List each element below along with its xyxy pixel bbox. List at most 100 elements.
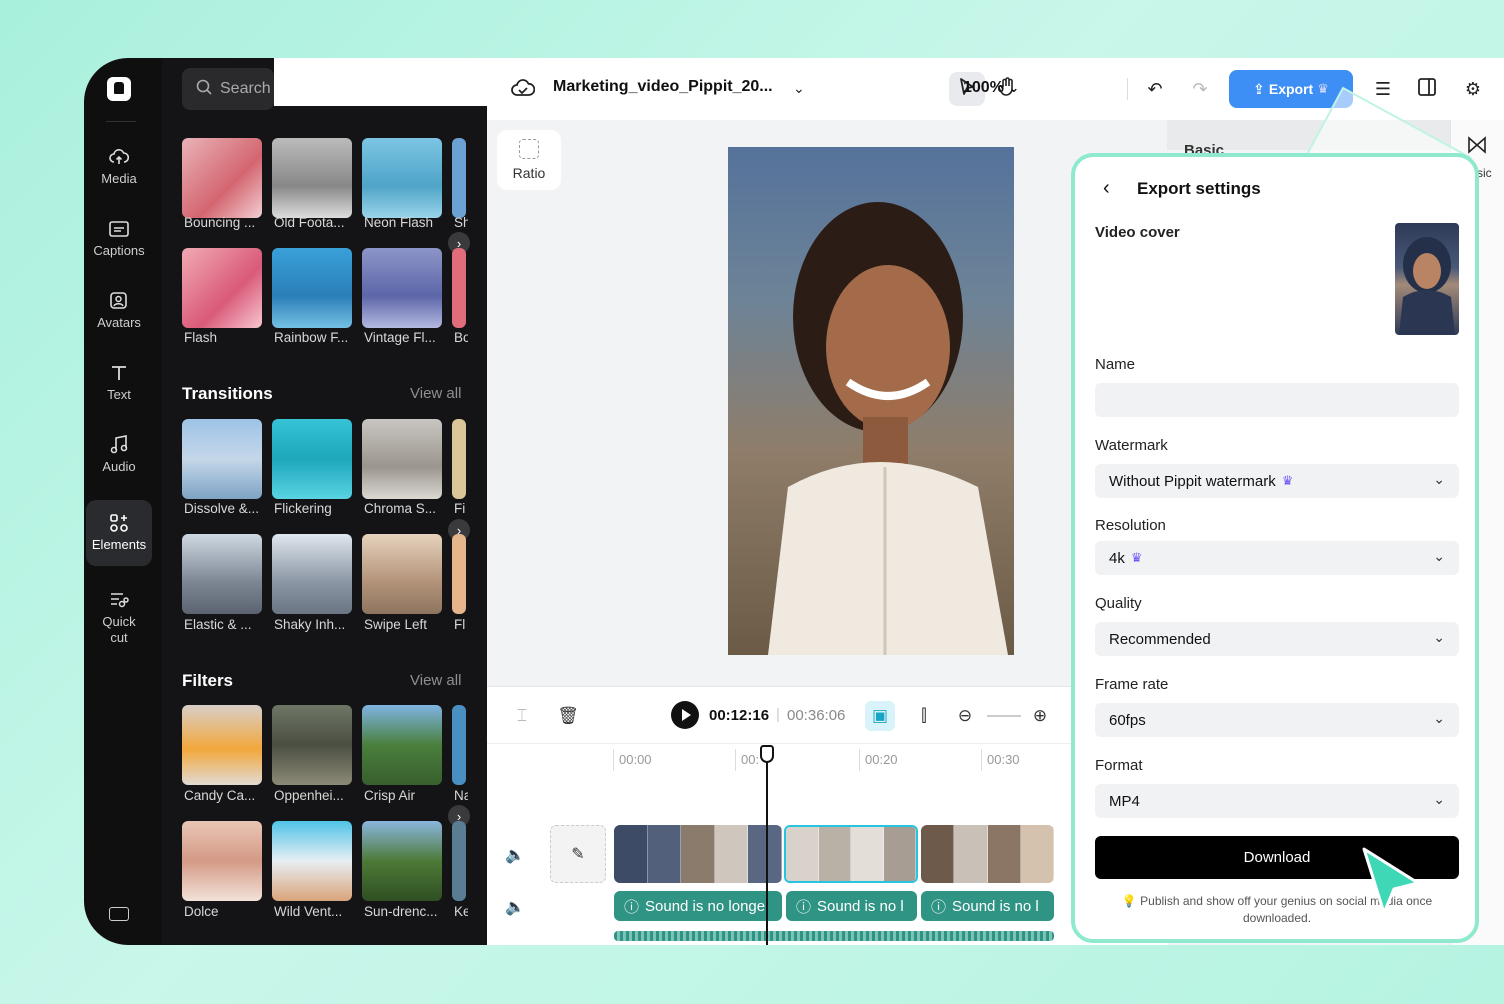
thumb-label: Fl (454, 617, 466, 632)
zoom-in-button[interactable]: ⊕ (1025, 701, 1055, 731)
section-title-transitions: Transitions (182, 384, 273, 403)
search-icon (196, 79, 212, 100)
format-select[interactable]: MP4 ⌄ (1095, 784, 1459, 818)
rail-item-captions[interactable]: Captions (86, 206, 152, 272)
rail-item-text[interactable]: Text (86, 350, 152, 416)
transition-thumb[interactable] (452, 534, 466, 614)
back-arrow-icon[interactable]: ‹ (1103, 177, 1110, 200)
audio-clip-label: Sound is no l (817, 897, 904, 915)
transition-thumb[interactable] (182, 419, 262, 499)
app-logo[interactable] (107, 77, 131, 101)
redo-button[interactable]: ↷ (1182, 72, 1218, 106)
name-input[interactable] (1095, 383, 1459, 417)
volume-icon[interactable]: 🔈 (505, 845, 525, 865)
effect-thumb[interactable] (452, 248, 466, 328)
transition-thumb[interactable] (272, 534, 352, 614)
effect-thumb[interactable] (362, 248, 442, 328)
view-all-transitions[interactable]: View all (410, 385, 461, 402)
library-panel: Search Bouncing ... Old Foota... Neon Fl… (162, 58, 487, 945)
frame-rate-label: Frame rate (1095, 676, 1169, 693)
plus-circle-icon: ⊕ (1032, 706, 1048, 725)
rail-item-elements[interactable]: Elements (86, 500, 152, 566)
transition-thumb[interactable] (362, 534, 442, 614)
frame-rate-select[interactable]: 60fps ⌄ (1095, 703, 1459, 737)
zoom-slider[interactable] (987, 715, 1021, 717)
project-title[interactable]: Marketing_video_Pippit_20... (553, 78, 773, 96)
playhead[interactable] (766, 747, 768, 945)
split-button[interactable]: ⫿ (909, 701, 939, 731)
split-marker-button[interactable]: ⌶ (507, 701, 537, 731)
warning-icon: ⓘ (624, 898, 640, 916)
search-input[interactable]: Search (182, 68, 274, 110)
rail-item-audio[interactable]: Audio (86, 422, 152, 488)
playhead-handle[interactable] (760, 745, 774, 763)
timeline-ruler (487, 743, 1167, 744)
thumb-label: Flickering (274, 501, 332, 516)
rail-item-media[interactable]: Media (86, 134, 152, 200)
video-clip-selected[interactable] (784, 825, 918, 883)
captions-icon (109, 219, 129, 239)
filter-thumb[interactable] (182, 705, 262, 785)
keyboard-shortcuts-icon[interactable] (109, 907, 129, 921)
minus-circle-icon: ⊖ (957, 706, 973, 725)
effect-thumb[interactable] (272, 248, 352, 328)
cloud-icon (109, 147, 129, 167)
quality-label: Quality (1095, 595, 1142, 612)
view-all-filters[interactable]: View all (410, 672, 461, 689)
effect-thumb[interactable] (182, 248, 262, 328)
filter-thumb[interactable] (362, 821, 442, 901)
video-cover-label: Video cover (1095, 224, 1180, 241)
delete-button[interactable]: 🗑 (553, 701, 583, 731)
rail-item-avatars[interactable]: Avatars (86, 278, 152, 344)
zoom-select[interactable]: 100% ⌄ (963, 79, 1019, 97)
effect-thumb[interactable] (452, 138, 466, 218)
transition-thumb[interactable] (272, 419, 352, 499)
thumb-label: Rainbow F... (274, 330, 349, 345)
resolution-select[interactable]: 4k ♛ ⌄ (1095, 541, 1459, 575)
cloud-sync-icon[interactable] (511, 78, 536, 105)
video-cover-thumbnail[interactable] (1395, 223, 1459, 335)
zoom-out-button[interactable]: ⊖ (950, 701, 980, 731)
cover-edit-slot[interactable]: ✎ (550, 825, 606, 883)
play-button[interactable] (671, 701, 699, 729)
thumb-label: Sun-drenc... (364, 904, 438, 919)
time-separator: | (776, 706, 780, 723)
frame-rate-value: 60fps (1109, 711, 1146, 729)
effect-thumb[interactable] (362, 138, 442, 218)
filter-thumb[interactable] (272, 821, 352, 901)
warning-icon: ⓘ (796, 898, 812, 916)
transition-thumb[interactable] (362, 419, 442, 499)
video-clip[interactable] (921, 825, 1054, 883)
filter-thumb[interactable] (272, 705, 352, 785)
filter-thumb[interactable] (182, 821, 262, 901)
name-label: Name (1095, 356, 1136, 373)
canvas-area: Ratio (487, 120, 1167, 744)
audio-clip[interactable]: ⓘ Sound is no l (786, 891, 917, 921)
transition-thumb[interactable] (452, 419, 466, 499)
search-overlay (274, 58, 487, 106)
ai-assist-button[interactable]: ▣ (865, 701, 895, 731)
thumb-label: Wild Vent... (274, 904, 343, 919)
watermark-select[interactable]: Without Pippit watermark ♛ ⌄ (1095, 464, 1459, 498)
audio-clip[interactable]: ⓘ Sound is no l (921, 891, 1054, 921)
quality-select[interactable]: Recommended ⌄ (1095, 622, 1459, 656)
audio-clip[interactable]: ⓘ Sound is no longe (614, 891, 782, 921)
video-clip[interactable] (614, 825, 782, 883)
ratio-button[interactable]: Ratio (497, 130, 561, 190)
filter-thumb[interactable] (362, 705, 442, 785)
effect-thumb[interactable] (182, 138, 262, 218)
chevron-down-icon[interactable]: ⌄ (793, 80, 805, 97)
volume-icon[interactable]: 🔈 (505, 897, 525, 917)
video-preview[interactable] (728, 147, 1014, 655)
format-label: Format (1095, 757, 1143, 774)
thumb-label: Elastic & ... (184, 617, 252, 632)
chevron-down-icon: ⌄ (1433, 629, 1445, 645)
thumb-label: Old Foota... (274, 215, 345, 230)
filter-thumb[interactable] (452, 705, 466, 785)
panel-title: Export settings (1137, 179, 1261, 198)
effect-thumb[interactable] (272, 138, 352, 218)
filter-thumb[interactable] (452, 821, 466, 901)
rail-item-quick-cut[interactable]: Quick cut (86, 580, 152, 656)
transition-thumb[interactable] (182, 534, 262, 614)
undo-button[interactable]: ↶ (1137, 72, 1173, 106)
